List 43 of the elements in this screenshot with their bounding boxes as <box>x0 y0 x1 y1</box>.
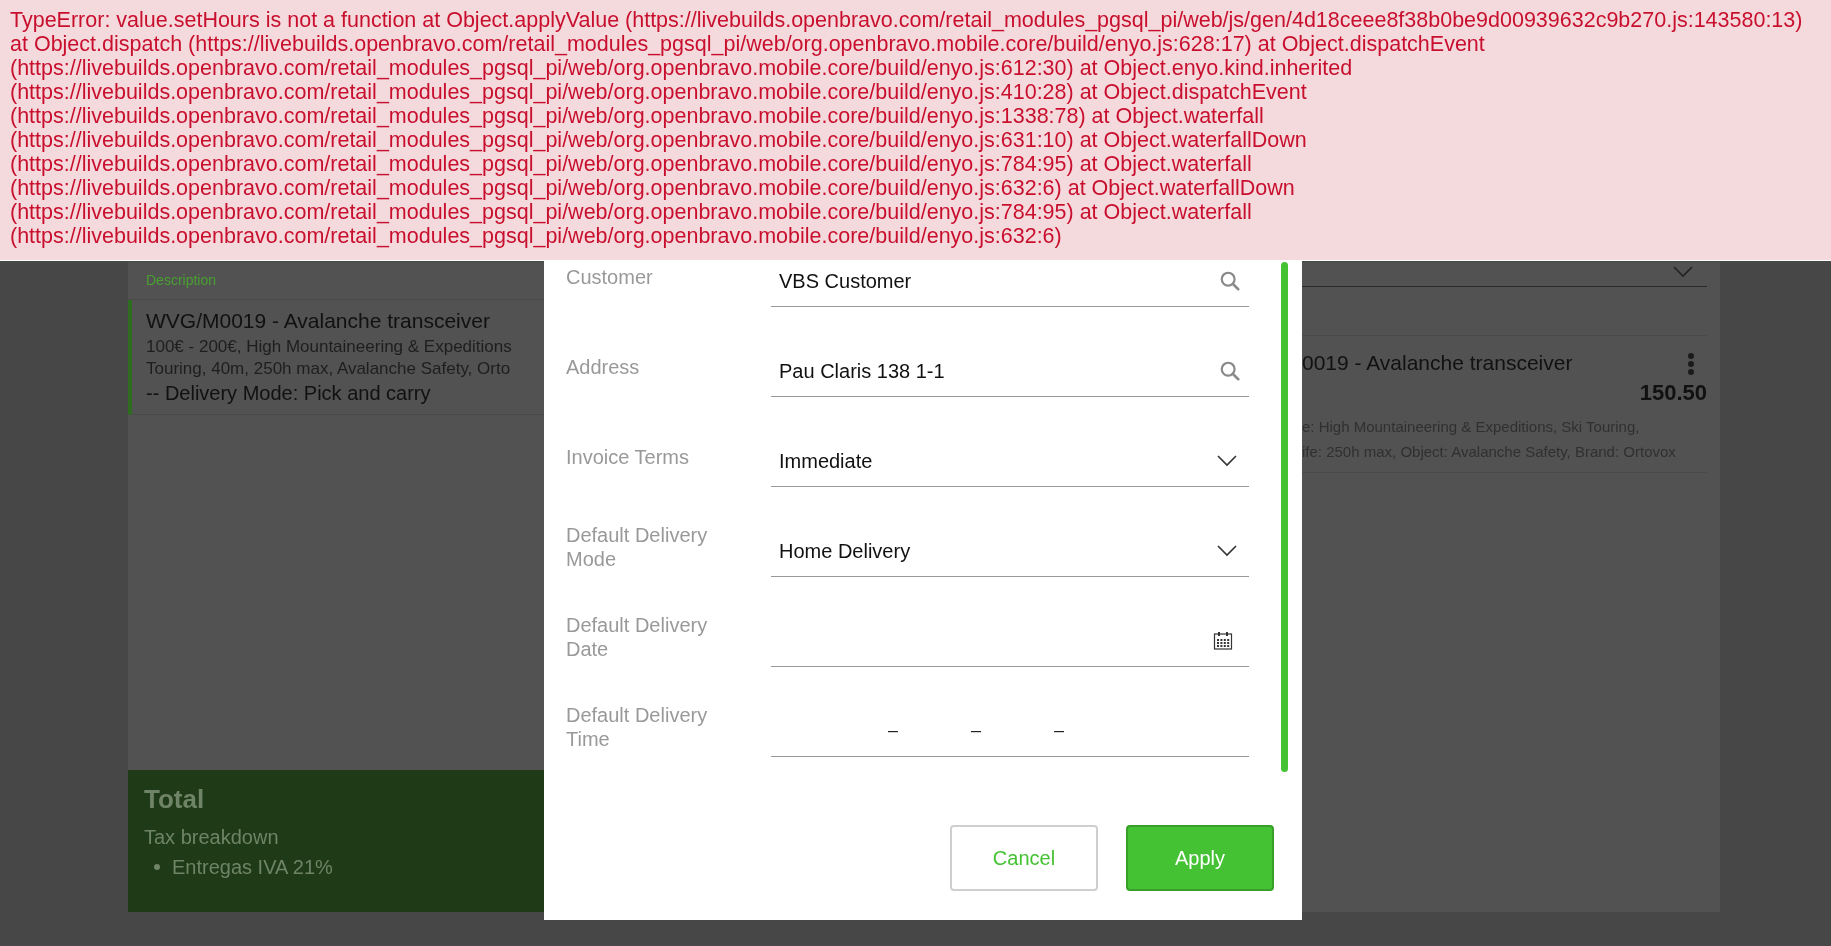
delivery-mode: -- Delivery Mode: Pick and carry <box>146 381 432 406</box>
search-field[interactable]: Pau Claris 138 1-1 <box>771 345 1249 397</box>
chevron-down-icon[interactable] <box>1217 544 1237 557</box>
error-message-line: at Object.dispatch (https://livebuilds.openbravo.com/retail_modules_pgsql_pi/web/org.openbravo.mobile.core/build/enyo.js:628:17) at Object.dispatchEvent <box>10 32 1486 56</box>
more-options-icon[interactable] <box>1687 352 1695 376</box>
field-label: Invoice Terms <box>566 445 689 469</box>
field-value: Pau Claris 138 1-1 <box>779 358 946 384</box>
error-message-line: (https://livebuilds.openbravo.com/retail_modules_pgsql_pi/web/org.openbravo.mobile.core/build/enyo.js:612:30) at Object.enyo.kind.inherited <box>10 56 1354 80</box>
error-message-line: TypeError: value.setHours is not a function at Object.applyValue (https://livebuilds.openbravo.com/retail_modules_pgsql_pi/web/js/gen/4d18ceee8f38b0be9d00939632c9b270.js:143580:13) <box>10 8 1804 32</box>
column-header: Description <box>146 271 217 290</box>
field-label: Address <box>566 355 640 379</box>
error-message-line: (https://livebuilds.openbravo.com/retail_modules_pgsql_pi/web/org.openbravo.mobile.core/build/enyo.js:410:28) at Object.dispatchEvent <box>10 80 1308 104</box>
error-message-line: (https://livebuilds.openbravo.com/retail_modules_pgsql_pi/web/org.openbravo.mobile.core/build/enyo.js:632:6) at Object.waterfallDown <box>10 176 1296 200</box>
error-message-line: (https://livebuilds.openbravo.com/retail_modules_pgsql_pi/web/org.openbravo.mobile.core/build/enyo.js:784:95) at Object.waterfall <box>10 152 1253 176</box>
field-value: VBS Customer <box>779 268 913 294</box>
tax-breakdown-label: Tax breakdown <box>144 825 280 850</box>
dropdown-field[interactable]: Home Delivery <box>771 525 1249 577</box>
field-value: Home Delivery <box>779 538 912 564</box>
error-message-line: (https://livebuilds.openbravo.com/retail_modules_pgsql_pi/web/org.openbravo.mobile.core/build/enyo.js:1338:78) at Object.waterfall <box>10 104 1265 128</box>
price: 150.50 <box>1639 379 1707 407</box>
error-message-line: (https://livebuilds.openbravo.com/retail_modules_pgsql_pi/web/org.openbravo.mobile.core/build/enyo.js:784:95) at Object.waterfall <box>10 200 1253 224</box>
chevron-down-icon[interactable] <box>1217 454 1237 467</box>
tax-item: Entregas IVA 21% <box>172 855 333 880</box>
time-separator: – <box>1054 719 1065 742</box>
field-label: Default Delivery Time <box>566 703 709 751</box>
time-field[interactable]: – – – <box>771 705 1249 757</box>
field-label: Default Delivery Mode <box>566 523 709 571</box>
search-icon[interactable] <box>1219 269 1241 292</box>
product-title: 0019 - Avalanche transceiver <box>1302 350 1573 376</box>
dropdown-field[interactable]: Immediate <box>771 435 1249 487</box>
bullet-icon <box>154 864 160 870</box>
time-separator: – <box>888 719 898 742</box>
search-icon[interactable] <box>1219 359 1241 382</box>
field-label: Customer <box>566 265 653 289</box>
field-label: Default Delivery Date <box>566 613 709 661</box>
product-title: WVG/M0019 - Avalanche transceiver <box>146 308 491 334</box>
field-value: Immediate <box>779 448 874 474</box>
total-title: Total <box>144 783 206 816</box>
error-message-line: (https://livebuilds.openbravo.com/retail_modules_pgsql_pi/web/org.openbravo.mobile.core/build/enyo.js:632:6) <box>10 224 1063 248</box>
time-separator: – <box>971 719 982 742</box>
error-message-line: (https://livebuilds.openbravo.com/retail_modules_pgsql_pi/web/org.openbravo.mobile.core/build/enyo.js:631:10) at Object.waterfallDown <box>10 128 1308 152</box>
calendar-icon[interactable] <box>1213 630 1233 651</box>
scrollbar[interactable] <box>1281 262 1288 772</box>
